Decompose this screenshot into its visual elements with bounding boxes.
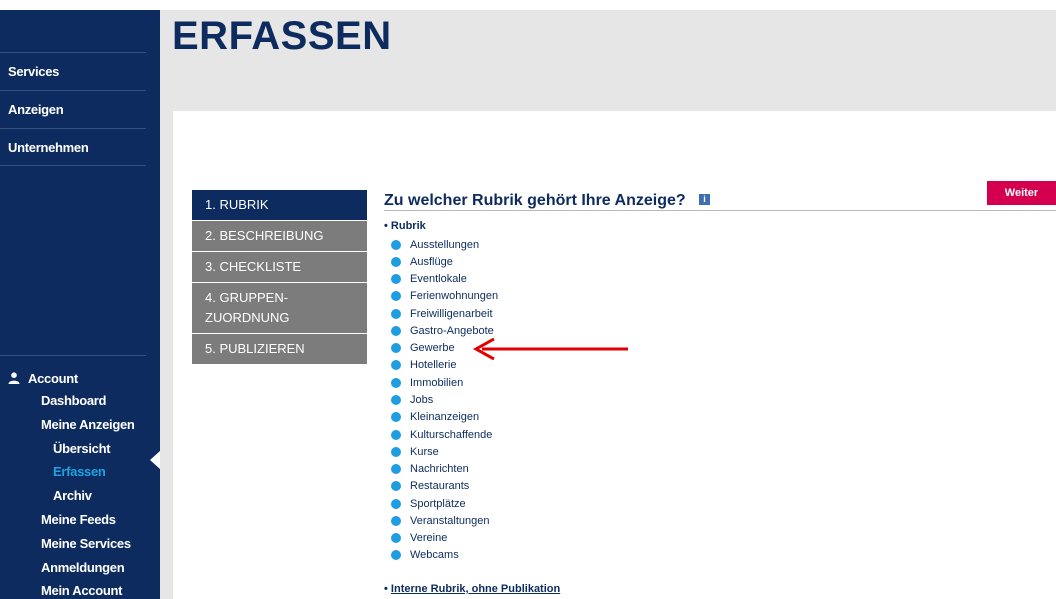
rubrik-option[interactable]: Kulturschaffende — [391, 426, 498, 443]
radio-dot-icon[interactable] — [391, 533, 401, 544]
rubrik-option-label: Ausflüge — [410, 255, 453, 268]
internal-rubrik: • Interne Rubrik, ohne Publikation — [384, 583, 560, 595]
rubrik-option[interactable]: Gastro-Angebote — [391, 322, 498, 339]
rubrik-option[interactable]: Veranstaltungen — [391, 512, 498, 529]
account-title: Account — [28, 370, 78, 386]
sidebar-link-archiv[interactable]: Archiv — [0, 484, 146, 508]
sidebar-link-uebersicht[interactable]: Übersicht — [0, 437, 146, 461]
sidebar-link-meine-feeds[interactable]: Meine Feeds — [0, 508, 146, 532]
sidebar: Services Anzeigen Unternehmen Account Da… — [0, 0, 160, 599]
step-rubrik[interactable]: 1. RUBRIK — [192, 190, 367, 221]
radio-dot-icon[interactable] — [391, 343, 401, 354]
rubrik-option[interactable]: Webcams — [391, 547, 498, 564]
sidebar-nav: Services Anzeigen Unternehmen — [0, 52, 146, 166]
rubrik-option[interactable]: Kurse — [391, 443, 498, 460]
wizard-steps: 1. RUBRIK 2. BESCHREIBUNG 3. CHECKLISTE … — [192, 190, 367, 365]
step-checkliste[interactable]: 3. CHECKLISTE — [192, 252, 367, 283]
rubrik-option-label: Ausstellungen — [410, 238, 480, 251]
rubrik-option-label: Eventlokale — [410, 273, 467, 286]
radio-dot-icon[interactable] — [391, 256, 401, 267]
rubrik-option-label: Gewerbe — [410, 342, 455, 355]
rubrik-option[interactable]: Vereine — [391, 530, 498, 547]
rubrik-option-label: Gastro-Angebote — [410, 324, 494, 337]
sidebar-item-anzeigen[interactable]: Anzeigen — [0, 90, 146, 128]
rubrik-option-label: Hotellerie — [410, 359, 457, 372]
rubrik-option-label: Kulturschaffende — [410, 428, 493, 441]
user-icon — [8, 372, 20, 384]
radio-dot-icon[interactable] — [391, 377, 401, 388]
rubrik-option-label: Kleinanzeigen — [410, 411, 480, 424]
sidebar-item-unternehmen[interactable]: Unternehmen — [0, 128, 146, 166]
rubrik-option[interactable]: Nachrichten — [391, 460, 498, 477]
question-heading: Zu welcher Rubrik gehört Ihre Anzeige? — [384, 192, 686, 209]
rubrik-option[interactable]: Kleinanzeigen — [391, 409, 498, 426]
sidebar-item-services[interactable]: Services — [0, 52, 146, 90]
radio-dot-icon[interactable] — [391, 274, 401, 285]
rubrik-option-label: Vereine — [410, 532, 448, 545]
radio-dot-icon[interactable] — [391, 325, 401, 336]
radio-dot-icon[interactable] — [391, 515, 401, 526]
rubrik-option[interactable]: Sportplätze — [391, 495, 498, 512]
rubrik-option[interactable]: Immobilien — [391, 374, 498, 391]
internal-bullet: • — [384, 583, 391, 595]
account-menu: Account Dashboard Meine Anzeigen Übersic… — [0, 355, 146, 599]
rubrik-option[interactable]: Ferienwohnungen — [391, 288, 498, 305]
page-title: ERFASSEN — [172, 14, 392, 58]
sidebar-link-meine-anzeigen[interactable]: Meine Anzeigen — [0, 413, 146, 437]
content-gutter — [160, 111, 173, 599]
sidebar-link-erfassen[interactable]: Erfassen — [0, 460, 146, 484]
sidebar-link-mein-account[interactable]: Mein Account — [0, 579, 146, 599]
rubrik-option[interactable]: Restaurants — [391, 478, 498, 495]
sidebar-link-meine-services[interactable]: Meine Services — [0, 532, 146, 556]
rubrik-option-label: Jobs — [410, 394, 434, 407]
rubrik-option-label: Freiwilligenarbeit — [410, 307, 493, 320]
rubrik-option[interactable]: Jobs — [391, 391, 498, 408]
active-item-indicator — [150, 451, 160, 469]
step-beschreibung[interactable]: 2. BESCHREIBUNG — [192, 221, 367, 252]
sidebar-link-dashboard[interactable]: Dashboard — [0, 389, 146, 413]
rubrik-label: • Rubrik — [384, 220, 426, 232]
rubrik-option[interactable]: Freiwilligenarbeit — [391, 305, 498, 322]
radio-dot-icon[interactable] — [391, 291, 401, 302]
radio-dot-icon[interactable] — [391, 550, 401, 561]
red-arrow-annotation — [472, 338, 628, 360]
internal-rubrik-link[interactable]: Interne Rubrik, ohne Publikation — [391, 583, 560, 595]
header: ERFASSEN — [160, 10, 1056, 111]
rubrik-option-label: Webcams — [410, 549, 459, 562]
radio-dot-icon[interactable] — [391, 481, 401, 492]
rubrik-option[interactable]: Eventlokale — [391, 271, 498, 288]
rubrik-option[interactable]: Ausstellungen — [391, 236, 498, 253]
radio-dot-icon[interactable] — [391, 429, 401, 440]
rubrik-option-label: Veranstaltungen — [410, 514, 490, 527]
rubrik-option-label: Kurse — [410, 445, 439, 458]
radio-dot-icon[interactable] — [391, 464, 401, 475]
rubrik-option-label: Restaurants — [410, 480, 470, 493]
radio-dot-icon[interactable] — [391, 308, 401, 319]
step-gruppen-zuordnung[interactable]: 4. GRUPPEN-ZUORDNUNG — [192, 283, 367, 334]
radio-dot-icon[interactable] — [391, 239, 401, 250]
rubrik-list: Ausstellungen Ausflüge Eventlokale Ferienwo… — [391, 236, 498, 564]
radio-dot-icon[interactable] — [391, 446, 401, 457]
radio-dot-icon[interactable] — [391, 498, 401, 509]
rubrik-option-label: Sportplätze — [410, 497, 466, 510]
rubrik-option-label: Nachrichten — [410, 463, 469, 476]
rubrik-option[interactable]: Ausflüge — [391, 253, 498, 270]
info-icon[interactable]: i — [699, 194, 710, 205]
account-heading[interactable]: Account — [0, 367, 146, 389]
page: Services Anzeigen Unternehmen Account Da… — [0, 0, 1056, 599]
step-publizieren[interactable]: 5. PUBLIZIEREN — [192, 334, 367, 365]
sidebar-link-anmeldungen[interactable]: Anmeldungen — [0, 556, 146, 580]
radio-dot-icon[interactable] — [391, 395, 401, 406]
rubrik-option-label: Ferienwohnungen — [410, 290, 499, 303]
rubrik-option-label: Immobilien — [410, 376, 464, 389]
radio-dot-icon[interactable] — [391, 360, 401, 371]
divider — [384, 210, 1056, 211]
weiter-button[interactable]: Weiter — [987, 181, 1056, 205]
radio-dot-icon[interactable] — [391, 412, 401, 423]
